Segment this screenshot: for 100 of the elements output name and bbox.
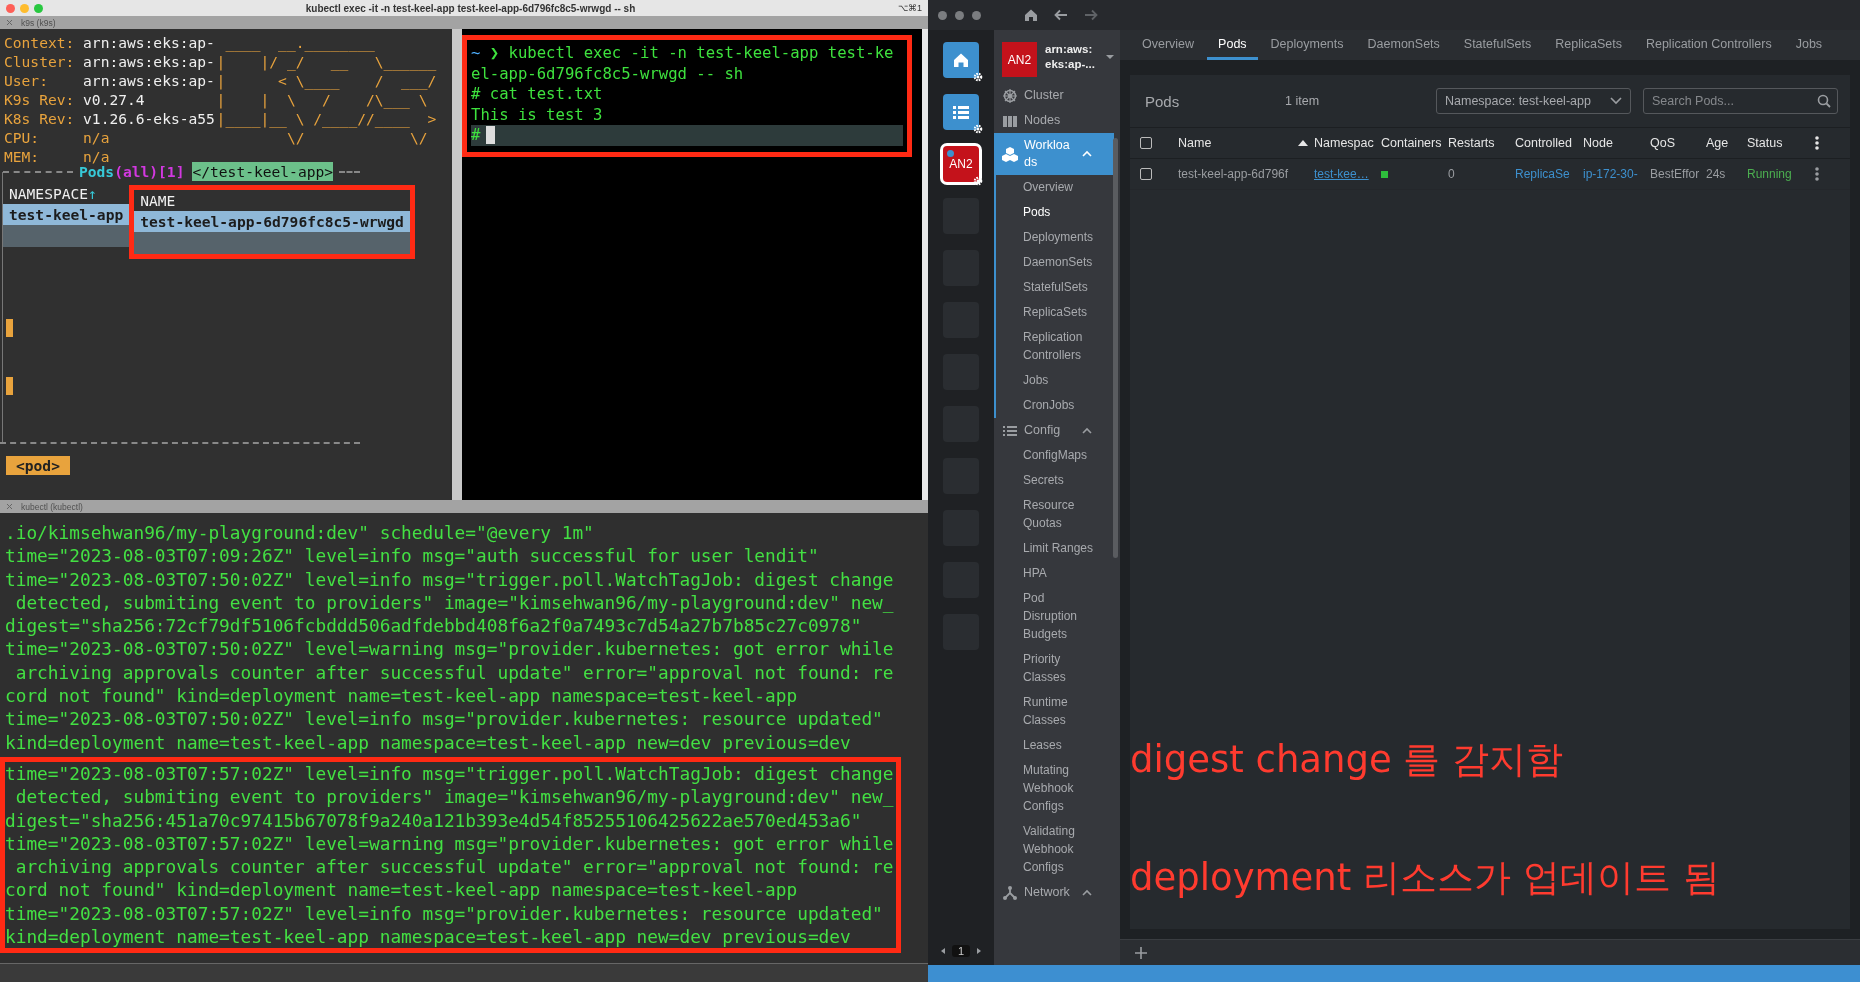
sidebar-item[interactable]: Deployments [996,225,1103,250]
sidebar-item[interactable]: Mutating Webhook Configs [996,758,1103,819]
table-cell[interactable]: test-keel-app [3,204,130,225]
previous-icon[interactable] [939,947,946,955]
sidebar-item[interactable]: Config [994,418,1114,443]
close-icon[interactable] [6,19,13,26]
search-icon[interactable] [1817,94,1831,108]
tab[interactable]: Pods [1207,30,1258,60]
table-cell-text: 0 [1448,167,1456,181]
info-label: K8s Rev: [3,109,76,128]
sidebar-item[interactable]: Pods [996,200,1103,225]
collapse-icon[interactable] [1082,888,1092,897]
tab[interactable]: Jobs [1784,30,1834,60]
collapse-icon[interactable] [1082,426,1092,435]
pane-tab[interactable]: k9s (k9s) [0,16,928,29]
pane-tab[interactable]: kubectl (kubectl) [0,500,928,513]
pane-title: kubectl (kubectl) [21,501,83,512]
sidebar-item[interactable]: Leases [996,733,1103,758]
log-line: time="2023-08-03T07:57:02Z" level=info msg="trigger.poll.WatchTagJob: digest change [5,761,895,786]
logo-art: | | \ / /\___ \ [216,90,428,109]
sidebar-item[interactable]: DaemonSets [996,250,1103,275]
sidebar-item[interactable]: Pod Disruption Budgets [996,586,1103,647]
sidebar-item[interactable]: Limit Ranges [996,536,1103,561]
sidebar-item[interactable]: ConfigMaps [996,443,1103,468]
sidebar-item[interactable]: Secrets [996,468,1103,493]
back-arrow-icon[interactable] [1053,7,1069,23]
sidebar-item[interactable]: Overview [996,175,1103,200]
sidebar-item[interactable]: Priority Classes [996,647,1103,690]
log-line: kind=deployment name=test-keel-app namespace=test-keel-app new=dev previous=dev [5,925,852,949]
table-link[interactable]: ip-172-30- [1583,167,1650,181]
breadcrumb[interactable]: <pod> [6,456,70,475]
log-line: digest="sha256:72cf79df5106fcbddd506adfdebbd408f6a2f0a7493c7d54a27b7b85c27c0978" [5,614,863,638]
sidebar-item[interactable]: Resource Quotas [996,493,1103,536]
scroll-marker [6,377,13,395]
column-header[interactable]: Namespac [1314,136,1381,150]
select-all-checkbox[interactable] [1140,137,1152,149]
info-label: Context: [3,33,76,52]
column-header[interactable]: Node [1583,136,1650,150]
column-header[interactable]: Containers [1381,136,1448,150]
tab[interactable]: StatefulSets [1452,30,1543,60]
next-icon[interactable] [976,947,983,955]
column-title: NAMESPACE [9,185,89,202]
shortcut-label: ⌥⌘1 [898,3,922,13]
sidebar-item[interactable]: Workloads [994,133,1114,175]
menu-icon[interactable] [1815,136,1819,150]
sidebar-item[interactable]: Validating Webhook Configs [996,819,1103,880]
sidebar-item[interactable]: Cluster [994,83,1114,108]
column-header[interactable]: Status [1747,136,1815,150]
log-line: time="2023-08-03T07:57:02Z" level=info msg="provider.kubernetes: resource updated" [5,901,884,926]
sidebar-item[interactable]: Replication Controllers [996,325,1103,368]
scrollbar[interactable] [452,29,462,500]
sidebar-item[interactable]: Runtime Classes [996,690,1103,733]
tab[interactable]: DaemonSets [1356,30,1451,60]
log-line: detected, submiting event to providers" image="kimsehwan96/my-playground:dev" new_ [14,590,895,615]
column-header[interactable]: Age [1706,136,1747,150]
sidebar-item[interactable]: StatefulSets [996,275,1103,300]
scrollbar[interactable] [1113,138,1118,558]
cluster-name[interactable]: arn:aws:eks:ap-... [1045,42,1097,72]
output-line: This is test 3 [471,104,604,125]
info-value: n/a [83,128,111,147]
sidebar-item[interactable]: ReplicaSets [996,300,1103,325]
annotation-text: deployment 리소스가 업데이트 됨 [1130,856,1720,900]
tab[interactable]: ReplicaSets [1544,30,1633,60]
info-value: arn:aws:eks:ap- [83,52,216,71]
home-icon[interactable] [1023,7,1039,23]
namespace-dropdown[interactable]: Namespace: test-keel-app [1436,88,1631,114]
close-icon[interactable] [6,503,13,510]
tab[interactable]: Replication Controllers [1634,30,1783,60]
gear-icon [972,175,984,187]
column-header[interactable]: Controlled [1515,136,1583,150]
column-header[interactable]: Restarts [1448,136,1515,150]
table-title: Pods [79,163,115,181]
sidebar-item[interactable]: CronJobs [996,393,1103,418]
scrollbar[interactable] [0,963,928,982]
sidebar-item[interactable]: Nodes [994,108,1114,133]
tab[interactable]: Deployments [1259,30,1355,60]
row-checkbox[interactable] [1140,168,1152,180]
table-link[interactable]: ReplicaSe [1515,167,1583,181]
info-label: K9s Rev: [3,90,76,109]
table-cell[interactable]: test-keel-app-6d796fc8c5-wrwgd [134,211,410,232]
search-field[interactable]: Search Pods... [1643,88,1838,114]
info-value: arn:aws:eks:ap- [83,71,216,90]
tab[interactable]: Overview [1131,30,1206,60]
sidebar-item[interactable]: Jobs [996,368,1103,393]
table-cell-text: BestEffor [1650,167,1701,181]
column-header[interactable]: Name [1178,136,1314,150]
sidebar-item[interactable]: Network [994,880,1114,905]
sort-icon[interactable] [1298,140,1308,146]
info-label: User: [3,71,49,90]
dropdown-icon[interactable] [1105,54,1115,60]
menu-icon[interactable] [1815,167,1819,181]
table-link[interactable]: test-kee… [1314,167,1381,181]
column-header[interactable]: NAME [134,190,410,211]
plus-icon[interactable] [1134,945,1148,960]
column-header[interactable]: QoS [1650,136,1706,150]
pane-title: k9s (k9s) [21,17,56,28]
forward-arrow-icon[interactable] [1083,7,1099,23]
sidebar-item[interactable]: HPA [996,561,1103,586]
annotation-text: digest change 를 감지함 [1130,738,1564,782]
cluster-badge[interactable]: AN2 [1002,42,1037,77]
